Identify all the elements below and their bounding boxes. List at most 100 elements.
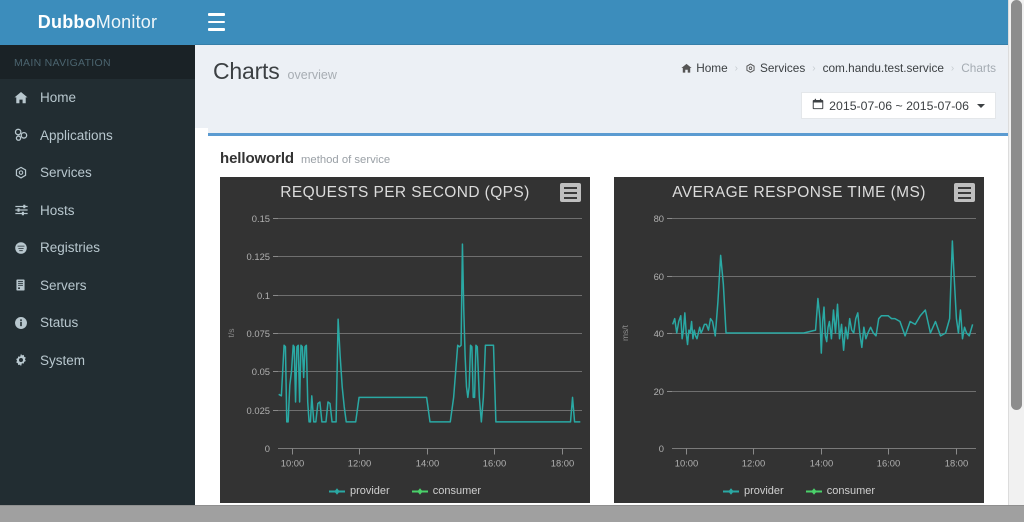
sidebar-item-label: Registries (40, 240, 101, 256)
svg-text:16:00: 16:00 (877, 458, 900, 469)
sidebar-item-label: Servers (40, 277, 87, 293)
server-icon (14, 278, 36, 292)
gear-outline-icon (745, 63, 756, 74)
svg-text:10:00: 10:00 (281, 458, 304, 469)
hamburger-icon-line (208, 20, 225, 24)
info-circle-icon (14, 316, 36, 330)
hamburger-menu-icon-line (958, 191, 971, 194)
breadcrumb-separator: › (812, 62, 816, 74)
sidebar-item-system[interactable]: System (0, 342, 195, 380)
svg-text:0.1: 0.1 (257, 290, 270, 301)
svg-text:18:00: 18:00 (945, 458, 968, 469)
panel-left-gutter (195, 128, 208, 505)
chart-plot-qps: 0 0.025 0.05 0.075 0.1 0.125 0.15 10:00 12:00 14:… (220, 208, 590, 503)
legend-item-provider[interactable]: provider (328, 485, 390, 497)
breadcrumb-separator: › (734, 62, 738, 74)
method-name: helloworld (220, 150, 295, 167)
chart-title-qps: REQUESTS PER SECOND (QPS) (280, 183, 530, 201)
page-subtitle: overview (287, 68, 337, 82)
hamburger-menu-icon-line (958, 186, 971, 189)
sidebar-item-label: Applications (40, 127, 113, 143)
app-logo[interactable]: Dubbo Monitor (0, 0, 195, 45)
legend-item-consumer[interactable]: consumer (805, 485, 875, 497)
content-header: Charts overview Home › Services › com.ha… (195, 45, 1016, 128)
svg-text:0.15: 0.15 (252, 213, 270, 224)
svg-text:16:00: 16:00 (483, 458, 506, 469)
top-navbar (195, 0, 1016, 45)
charts-panel: helloworld method of service REQUESTS PE… (208, 133, 1008, 505)
nav-section-header: MAIN NAVIGATION (0, 45, 195, 79)
window-bottom-bar (0, 505, 1024, 522)
svg-text:ms/t: ms/t (620, 324, 630, 341)
chart-card-qps: REQUESTS PER SECOND (QPS) 0 0.025 0.05 0.07… (220, 177, 590, 503)
svg-text:14:00: 14:00 (416, 458, 439, 469)
hamburger-icon-line (208, 13, 225, 16)
chart-title-response-time: AVERAGE RESPONSE TIME (MS) (672, 183, 926, 201)
svg-text:80: 80 (654, 213, 664, 224)
breadcrumb-item-home[interactable]: Home (681, 61, 728, 75)
sidebar-toggle-button[interactable] (208, 13, 228, 31)
cubes-icon (14, 128, 36, 142)
legend-item-consumer[interactable]: consumer (411, 485, 482, 497)
cog-icon (14, 353, 36, 367)
breadcrumb-separator: › (950, 62, 955, 74)
hamburger-icon-line (208, 28, 225, 31)
chart-context-menu-button[interactable] (954, 183, 975, 202)
date-range-value: 2015-07-06 ~ 2015-07-06 (829, 98, 969, 113)
svg-text:18:00: 18:00 (551, 458, 574, 469)
legend-symbol-provider (328, 487, 345, 495)
logo-bold: Dubbo (37, 12, 96, 32)
svg-text:0.125: 0.125 (247, 251, 270, 262)
home-icon (14, 91, 36, 105)
sidebar-item-registries[interactable]: Registries (0, 229, 195, 267)
legend-symbol-consumer (411, 487, 428, 495)
svg-text:0.075: 0.075 (247, 328, 270, 339)
chart-card-response-time: AVERAGE RESPONSE TIME (MS) 0 20 40 60 80 10:0… (614, 177, 984, 503)
svg-text:t/s: t/s (226, 329, 236, 338)
svg-text:12:00: 12:00 (348, 458, 371, 469)
page-title: Charts (213, 58, 280, 84)
home-icon (681, 63, 692, 74)
series-provider (671, 240, 974, 354)
legend-label: consumer (432, 485, 482, 497)
sidebar-item-home[interactable]: Home (0, 79, 195, 117)
sidebar-nav-list: Home Applications Services Hosts Registr… (0, 79, 195, 379)
page-scrollbar[interactable] (1008, 0, 1024, 505)
sidebar-item-servers[interactable]: Servers (0, 267, 195, 305)
chart-svg-response-time: 0 20 40 60 80 10:00 12:00 14:00 16:00 18:00 ms/t (620, 213, 976, 469)
hamburger-menu-icon-line (564, 196, 577, 199)
svg-text:10:00: 10:00 (675, 458, 698, 469)
chart-plot-response-time: 0 20 40 60 80 10:00 12:00 14:00 16:00 18:00 ms/t (614, 208, 984, 503)
page-scrollbar-thumb[interactable] (1011, 0, 1022, 410)
sidebar-item-hosts[interactable]: Hosts (0, 192, 195, 230)
date-range-picker[interactable]: 2015-07-06 ~ 2015-07-06 (801, 92, 996, 119)
breadcrumb-item-services[interactable]: Services (745, 61, 805, 75)
hamburger-menu-icon-line (564, 186, 577, 189)
svg-text:0: 0 (265, 443, 270, 454)
gear-outline-icon (14, 166, 36, 180)
breadcrumb-label: com.handu.test.service (822, 61, 944, 75)
chart-svg-qps: 0 0.025 0.05 0.075 0.1 0.125 0.15 10:00 12:00 14:… (226, 213, 582, 469)
breadcrumb-item-service-name[interactable]: com.handu.test.service (823, 61, 944, 75)
app-root: Dubbo Monitor MAIN NAVIGATION Home Applic… (0, 0, 1024, 522)
sidebar-item-applications[interactable]: Applications (0, 117, 195, 155)
chart-legend-response-time: provider consumer (614, 485, 984, 497)
svg-text:0.05: 0.05 (252, 366, 270, 377)
legend-label: provider (349, 485, 390, 497)
hamburger-menu-icon-line (958, 196, 971, 199)
breadcrumb-label: Home (696, 61, 728, 75)
sliders-icon (14, 203, 36, 217)
chart-context-menu-button[interactable] (560, 183, 581, 202)
legend-item-provider[interactable]: provider (722, 485, 784, 497)
sidebar-item-label: Home (40, 90, 77, 106)
svg-text:14:00: 14:00 (810, 458, 833, 469)
sidebar-item-label: Hosts (40, 202, 75, 218)
logo-light: Monitor (95, 12, 158, 32)
sidebar-item-status[interactable]: Status (0, 304, 195, 342)
method-subtitle: method of service (301, 154, 391, 166)
calendar-icon (812, 98, 824, 113)
chevron-down-icon (977, 103, 985, 108)
sidebar-item-services[interactable]: Services (0, 154, 195, 192)
legend-symbol-consumer (805, 487, 822, 495)
legend-label: provider (743, 485, 784, 497)
